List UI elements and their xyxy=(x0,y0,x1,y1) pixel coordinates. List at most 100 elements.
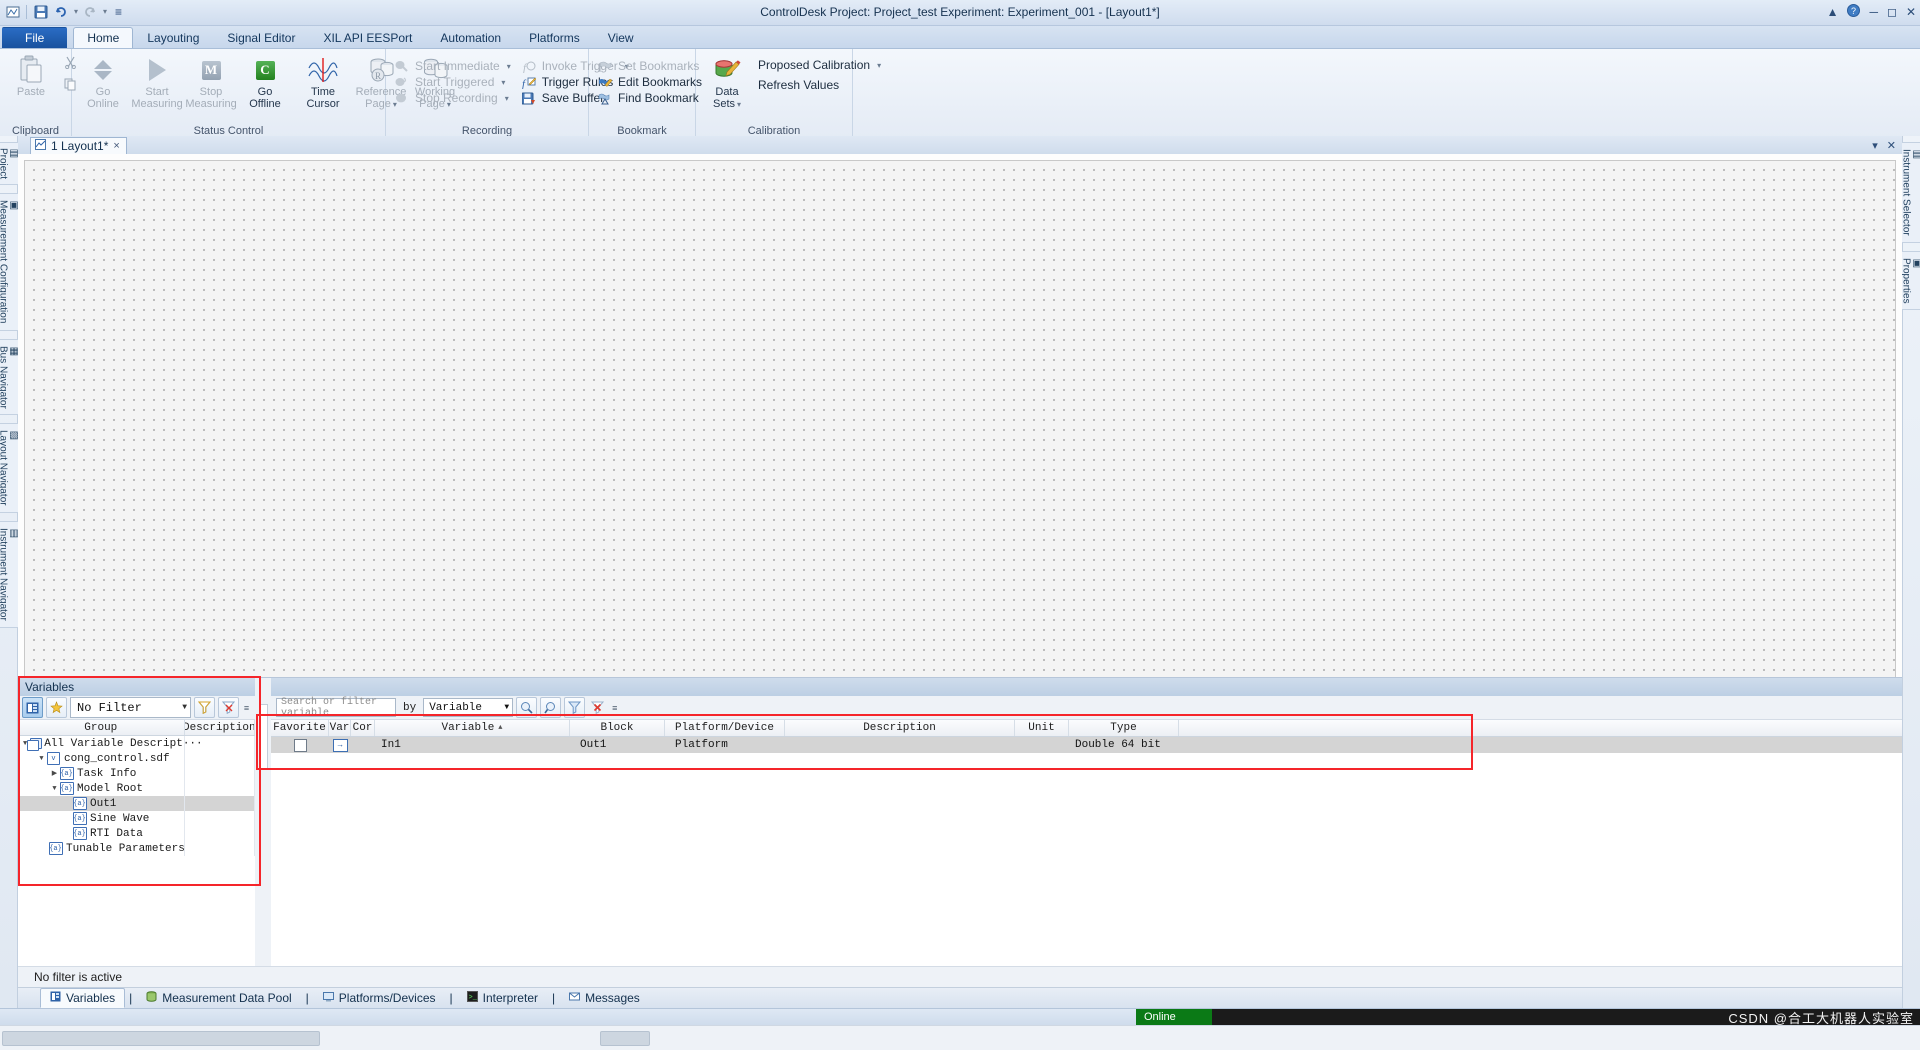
tab-view[interactable]: View xyxy=(594,27,648,48)
close-icon[interactable]: × xyxy=(113,138,119,154)
tree-item-all-variable-descriptions[interactable]: ▼ All Variable Descript··· xyxy=(18,736,255,751)
start-triggered-button[interactable]: Start Triggered ▾ xyxy=(390,74,515,90)
tree-item-sine-wave[interactable]: {a} Sine Wave xyxy=(18,811,255,826)
status-bar-row: Online CSDN @合工大机器人实验室 xyxy=(0,1008,1920,1025)
tab-divider: | xyxy=(550,988,557,1008)
chevron-down-icon[interactable]: ▾ xyxy=(1872,139,1878,152)
chevron-down-icon[interactable]: ▾ xyxy=(737,100,741,109)
data-sets-button[interactable]: Data Sets▾ xyxy=(700,51,754,112)
tab-home[interactable]: Home xyxy=(73,27,133,48)
tree-item-task-info[interactable]: ▶ {a} Task Info xyxy=(18,766,255,781)
column-description[interactable]: Description xyxy=(785,720,1015,736)
apply-filter-icon[interactable] xyxy=(194,697,215,718)
help-icon[interactable]: ? xyxy=(1847,4,1860,20)
favorite-checkbox[interactable] xyxy=(294,739,307,752)
go-online-button[interactable]: Go Online xyxy=(76,51,130,112)
column-block[interactable]: Block xyxy=(570,720,665,736)
clear-filter-icon[interactable] xyxy=(218,697,239,718)
start-immediate-button[interactable]: Start Immediate ▾ xyxy=(390,58,515,74)
edit-bookmarks-button[interactable]: Edit Bookmarks xyxy=(593,74,706,90)
table-row[interactable]: → In1 Out1 Platform Double 64 bit xyxy=(271,737,1902,753)
paste-button[interactable]: Paste xyxy=(4,51,58,100)
search-input[interactable]: Search or filter variable xyxy=(276,698,396,717)
expander-icon[interactable]: ▼ xyxy=(36,755,47,763)
favorites-star-icon[interactable] xyxy=(46,697,67,718)
proposed-calibration-button[interactable]: Proposed Calibration ▾ xyxy=(754,57,885,73)
chevron-down-icon[interactable]: ▾ xyxy=(505,94,509,103)
find-icon[interactable] xyxy=(516,697,537,718)
tab-platforms[interactable]: Platforms xyxy=(515,27,594,48)
minimize-button[interactable]: ─ xyxy=(1869,5,1878,19)
bottom-tab-variables[interactable]: Variables xyxy=(40,988,125,1008)
go-online-label2: Online xyxy=(87,99,119,110)
column-platform-device[interactable]: Platform/Device xyxy=(665,720,785,736)
start-measuring-button[interactable]: Start Measuring xyxy=(130,51,184,112)
bottom-tab-interpreter[interactable]: >_ Interpreter xyxy=(457,988,548,1008)
tree-item-tunable-parameters[interactable]: {a} Tunable Parameters xyxy=(18,841,255,856)
column-type[interactable]: Type xyxy=(1069,720,1179,736)
scrollbar-thumb-left[interactable] xyxy=(2,1031,320,1046)
chevron-down-icon[interactable]: ▼ xyxy=(182,703,187,712)
chevron-down-icon[interactable]: ▼ xyxy=(504,703,509,712)
variables-table-body[interactable]: → In1 Out1 Platform Double 64 bit xyxy=(271,737,1902,966)
time-cursor-button[interactable]: Time Cursor xyxy=(296,51,350,112)
document-tab-layout1[interactable]: 1 Layout1* × xyxy=(30,137,127,154)
stop-measuring-button[interactable]: M Stop Measuring xyxy=(184,51,238,112)
close-button[interactable]: ✕ xyxy=(1906,5,1916,19)
expander-icon[interactable]: ▶ xyxy=(49,769,60,778)
tab-signal-editor[interactable]: Signal Editor xyxy=(213,27,309,48)
tab-file[interactable]: File xyxy=(2,27,67,48)
column-variable[interactable]: Variable ▲ xyxy=(375,720,570,736)
chevron-down-icon[interactable]: ▾ xyxy=(507,62,511,71)
column-var[interactable]: Var xyxy=(329,720,351,736)
column-unit[interactable]: Unit xyxy=(1015,720,1069,736)
find-next-icon[interactable] xyxy=(540,697,561,718)
panel-splitter[interactable] xyxy=(255,678,271,966)
tree-item-cong-control-sdf[interactable]: ▼ v cong_control.sdf xyxy=(18,751,255,766)
chevron-down-icon[interactable]: ▾ xyxy=(877,61,881,70)
stop-recording-button[interactable]: Stop Recording ▾ xyxy=(390,90,515,106)
column-cor[interactable]: Cor xyxy=(351,720,375,736)
refresh-values-label: Refresh Values xyxy=(758,78,839,92)
ribbon-collapse-icon[interactable]: ▲ xyxy=(1827,5,1839,19)
filter-icon[interactable] xyxy=(564,697,585,718)
go-offline-button[interactable]: C Go Offline xyxy=(238,51,292,112)
bottom-tab-measurement-data-pool[interactable]: Measurement Data Pool xyxy=(136,988,301,1008)
overflow-icon[interactable]: ≡ xyxy=(242,698,251,717)
horizontal-scrollbar-area[interactable] xyxy=(0,1025,1920,1050)
layout-canvas[interactable] xyxy=(24,160,1896,678)
tree-item-rti-data[interactable]: {a} RTI Data xyxy=(18,826,255,841)
column-filler xyxy=(1179,720,1902,736)
tree-column-description[interactable]: Description xyxy=(185,720,255,735)
find-bookmark-button[interactable]: Find Bookmark xyxy=(593,90,706,106)
ribbon-group-status-control: Go Online Start Measuring M Stop Measuri… xyxy=(72,49,386,138)
rail-label-project: Project xyxy=(0,148,9,179)
clear-filter-icon[interactable] xyxy=(588,698,607,717)
column-favorite[interactable]: Favorite xyxy=(271,720,329,736)
bottom-tab-messages[interactable]: Messages xyxy=(559,988,650,1008)
tab-xil-api-eesport[interactable]: XIL API EESPort xyxy=(309,27,426,48)
tree-item-out1[interactable]: {a} Out1 xyxy=(18,796,255,811)
list-view-icon[interactable] xyxy=(22,697,43,718)
variables-tree[interactable]: ▼ All Variable Descript··· xyxy=(18,736,255,966)
search-by-value: Variable xyxy=(429,702,482,714)
tree-item-model-root[interactable]: ▼ {a} Model Root xyxy=(18,781,255,796)
expander-icon[interactable]: ▼ xyxy=(49,785,60,793)
tab-automation[interactable]: Automation xyxy=(426,27,515,48)
overflow-icon[interactable]: ≡ xyxy=(610,698,619,717)
search-by-select[interactable]: Variable ▼ xyxy=(423,698,513,717)
variables-filter-select[interactable]: No Filter ▼ xyxy=(70,697,191,718)
tree-column-group[interactable]: Group xyxy=(18,720,185,735)
bottom-tab-platforms-devices[interactable]: Platforms/Devices xyxy=(313,988,446,1008)
rail-label-instrument-selector: Instrument Selector xyxy=(1901,149,1912,236)
variables-table-header: Favorite Var Cor Variable ▲ Block Platfo… xyxy=(271,720,1902,737)
splitter-grip[interactable] xyxy=(260,704,268,770)
refresh-values-button[interactable]: Refresh Values xyxy=(754,77,885,93)
close-icon[interactable]: ✕ xyxy=(1887,139,1896,152)
set-bookmarks-button[interactable]: Set Bookmarks xyxy=(593,58,706,74)
maximize-button[interactable]: ◻ xyxy=(1887,5,1897,19)
tab-layouting[interactable]: Layouting xyxy=(133,27,213,48)
chevron-down-icon[interactable]: ▾ xyxy=(501,78,505,87)
scrollbar-thumb-mid[interactable] xyxy=(600,1031,650,1046)
variables-filter-value: No Filter xyxy=(77,701,142,715)
